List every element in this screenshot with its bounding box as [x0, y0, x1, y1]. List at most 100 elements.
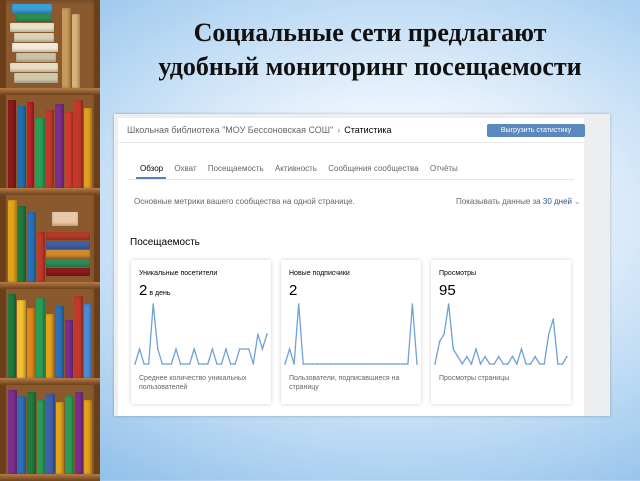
- stat-card-new-subscribers[interactable]: Новые подписчики 2 Пользователи, подписа…: [281, 260, 421, 404]
- data-point: [184, 363, 186, 365]
- data-point: [334, 363, 336, 365]
- series-line: [134, 303, 268, 365]
- data-point: [293, 363, 295, 365]
- stat-card-views[interactable]: Просмотры 95 Просмотры страницы: [431, 260, 571, 404]
- tab-overview[interactable]: Обзор: [140, 164, 163, 173]
- data-point: [388, 363, 391, 365]
- book: [46, 259, 90, 267]
- slide-title-line: удобный мониторинг посещаемости: [158, 52, 582, 81]
- data-point: [225, 348, 227, 350]
- data-point: [143, 363, 145, 365]
- data-point: [302, 363, 304, 365]
- tab-reports[interactable]: Отчёты: [430, 164, 458, 173]
- stat-unit: в день: [149, 290, 171, 297]
- breadcrumb-community-link[interactable]: Школьная библиотека "МОУ Бессоновская СО…: [127, 125, 333, 135]
- data-point: [507, 363, 509, 365]
- breadcrumb: Школьная библиотека "МОУ Бессоновская СО…: [127, 125, 392, 135]
- data-point: [316, 363, 318, 365]
- data-point: [202, 363, 205, 365]
- book: [36, 298, 45, 378]
- data-point: [197, 363, 200, 365]
- data-point: [248, 348, 250, 350]
- shelf-board: [0, 378, 100, 385]
- data-point: [329, 363, 332, 365]
- book: [65, 396, 74, 474]
- data-point: [502, 363, 505, 365]
- book: [74, 296, 83, 378]
- chevron-down-icon[interactable]: ⌄: [574, 197, 581, 206]
- book: [37, 232, 45, 282]
- book: [17, 300, 26, 378]
- data-point: [216, 363, 218, 365]
- data-point: [548, 333, 550, 335]
- data-point: [238, 348, 241, 350]
- period-selector[interactable]: Показывать данные за 30 дней ⌄: [456, 197, 581, 206]
- stat-value: 95: [439, 282, 456, 299]
- data-point: [320, 363, 323, 365]
- book: [65, 320, 73, 378]
- stat-card-unique-visitors[interactable]: Уникальные посетители 2в день Среднее ко…: [131, 260, 271, 404]
- shelf-board: [0, 188, 100, 195]
- book: [84, 108, 92, 188]
- book: [17, 106, 26, 188]
- data-point: [325, 363, 327, 365]
- tab-activity[interactable]: Активность: [275, 164, 317, 173]
- tab-traffic[interactable]: Посещаемость: [208, 164, 264, 173]
- book: [27, 102, 34, 188]
- book: [46, 241, 90, 249]
- data-point: [152, 303, 154, 305]
- data-point: [461, 363, 464, 365]
- stat-label: Уникальные посетители: [139, 270, 218, 277]
- statistics-screenshot: Школьная библиотека "МОУ Бессоновская СО…: [114, 114, 610, 416]
- book: [55, 104, 64, 188]
- data-point: [511, 355, 514, 358]
- book: [37, 400, 45, 474]
- sparkline-chart: [434, 303, 568, 366]
- book: [12, 4, 52, 13]
- data-point: [466, 355, 468, 358]
- slide-title-line: Социальные сети предлагают: [193, 18, 547, 47]
- data-point: [379, 363, 382, 365]
- divider: [128, 179, 574, 180]
- data-point: [138, 348, 141, 350]
- book: [8, 200, 17, 282]
- book: [27, 392, 36, 474]
- slide-title: Социальные сети предлагают удобный монит…: [100, 16, 640, 84]
- data-point: [188, 363, 191, 365]
- period-value[interactable]: 30 дней: [543, 197, 572, 206]
- book: [46, 110, 54, 188]
- data-point: [447, 303, 450, 305]
- book: [18, 396, 26, 474]
- data-point: [311, 363, 314, 365]
- data-point: [407, 363, 409, 365]
- data-point: [557, 363, 559, 365]
- tab-community-messages[interactable]: Сообщения сообщества: [328, 164, 418, 173]
- data-point: [357, 363, 359, 365]
- data-point: [193, 348, 195, 350]
- data-point: [257, 333, 259, 335]
- data-point: [175, 348, 177, 350]
- data-point: [525, 363, 527, 365]
- data-point: [375, 363, 377, 365]
- book: [27, 212, 36, 282]
- export-statistics-button[interactable]: Выгрузить статистику: [487, 124, 585, 137]
- book: [46, 232, 90, 240]
- data-point: [307, 363, 309, 365]
- data-point: [416, 363, 418, 365]
- book: [18, 206, 26, 282]
- stat-number: 95: [439, 282, 456, 299]
- data-point: [543, 363, 545, 365]
- book: [14, 73, 58, 83]
- data-point: [343, 363, 345, 365]
- book: [56, 402, 64, 474]
- data-point: [347, 363, 350, 365]
- data-point: [561, 363, 564, 365]
- tab-reach[interactable]: Охват: [174, 164, 196, 173]
- data-point: [297, 303, 300, 305]
- data-point: [479, 363, 482, 365]
- book: [55, 306, 64, 378]
- book: [8, 390, 17, 474]
- data-point: [147, 363, 150, 365]
- stat-description: Просмотры страницы: [439, 375, 510, 382]
- book: [46, 250, 90, 258]
